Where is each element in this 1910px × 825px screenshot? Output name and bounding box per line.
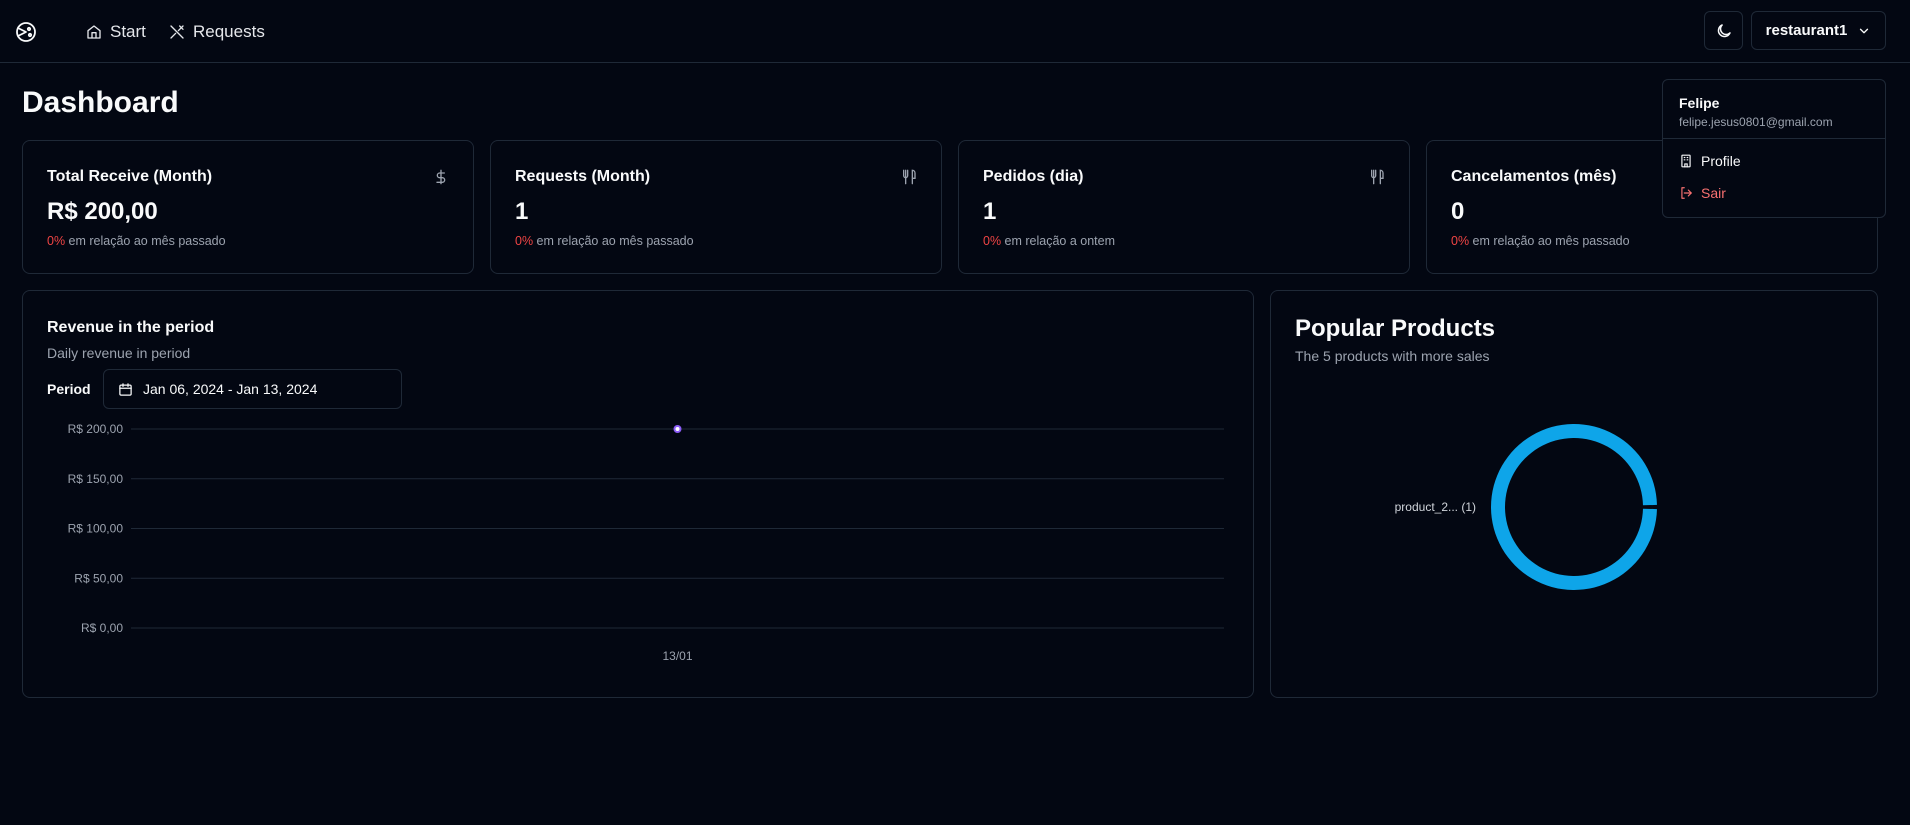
y-tick-label: R$ 0,00	[81, 621, 123, 635]
calendar-icon	[119, 382, 132, 396]
popular-subtitle: The 5 products with more sales	[1295, 348, 1490, 364]
logout-menu-item[interactable]: Sair	[1679, 182, 1726, 204]
stat-percent: 0%	[515, 234, 534, 248]
stat-subtext: 0% em relação ao mês passado	[47, 234, 226, 248]
stat-subtext: 0% em relação a ontem	[983, 234, 1115, 248]
stat-title: Requests (Month)	[515, 168, 651, 185]
dropdown-divider	[1663, 138, 1885, 139]
account-dropdown-menu: Felipe felipe.jesus0801@gmail.com Profil…	[1662, 79, 1886, 218]
date-range-value: Jan 06, 2024 - Jan 13, 2024	[143, 381, 318, 397]
popular-products-donut-chart: product_2... (1)	[1395, 424, 1657, 590]
moon-icon	[1717, 23, 1731, 37]
stat-title: Total Receive (Month)	[47, 168, 213, 185]
logout-label: Sair	[1701, 185, 1726, 201]
stat-card-requests-month: Requests (Month) 1 0% em relação ao mês …	[490, 140, 942, 274]
stat-value: R$ 200,00	[47, 198, 158, 225]
building-icon	[1681, 154, 1691, 168]
period-label: Period	[47, 381, 91, 397]
top-navbar: Start Requests restaurant1	[0, 0, 1910, 63]
y-tick-label: R$ 200,00	[68, 422, 124, 436]
stat-comparison: em relação ao mês passado	[1469, 234, 1630, 248]
stat-comparison: em relação ao mês passado	[533, 234, 694, 248]
nav-start-label: Start	[110, 22, 146, 41]
stat-card-pedidos-dia: Pedidos (dia) 1 0% em relação a ontem	[958, 140, 1410, 274]
stat-comparison: em relação ao mês passado	[65, 234, 226, 248]
stat-comparison: em relação a ontem	[1001, 234, 1116, 248]
stat-subtext: 0% em relação ao mês passado	[1451, 234, 1630, 248]
date-range-picker[interactable]: Jan 06, 2024 - Jan 13, 2024	[103, 369, 402, 409]
profile-menu-item[interactable]: Profile	[1679, 150, 1741, 172]
x-tick-label: 13/01	[662, 649, 692, 663]
popular-products-card: Popular Products The 5 products with mor…	[1270, 290, 1878, 698]
stat-title: Cancelamentos (mês)	[1451, 168, 1617, 185]
stat-subtext: 0% em relação ao mês passado	[515, 234, 694, 248]
revenue-line-chart: R$ 200,00 R$ 150,00 R$ 100,00 R$ 50,00 R$ 0,…	[68, 422, 1224, 663]
revenue-title: Revenue in the period	[47, 319, 215, 336]
y-tick-label: R$ 150,00	[68, 472, 124, 486]
stat-percent: 0%	[47, 234, 66, 248]
theme-toggle-button[interactable]	[1704, 11, 1743, 50]
stat-value: 1	[515, 198, 529, 225]
y-tick-label: R$ 50,00	[74, 571, 123, 585]
pie-slice-label: product_2... (1)	[1395, 500, 1476, 514]
pizza-logo-icon[interactable]	[14, 20, 38, 44]
nav-requests[interactable]: Requests	[169, 20, 265, 44]
restaurant-select-button[interactable]: restaurant1	[1751, 11, 1886, 50]
dollar-icon	[436, 169, 446, 185]
utensils-icon	[1371, 169, 1384, 185]
log-out-icon	[1681, 187, 1692, 199]
nav-start[interactable]: Start	[86, 20, 146, 44]
stat-value: 0	[1451, 198, 1465, 225]
y-tick-label: R$ 100,00	[68, 522, 124, 536]
stat-value: 1	[983, 198, 997, 225]
pie-slice[interactable]	[1491, 424, 1657, 590]
revenue-subtitle: Daily revenue in period	[47, 345, 191, 361]
home-icon	[87, 25, 101, 39]
restaurant-select-label: restaurant1	[1765, 22, 1848, 39]
stat-percent: 0%	[1451, 234, 1470, 248]
revenue-card: Revenue in the period Daily revenue in p…	[22, 290, 1254, 698]
account-name: Felipe	[1679, 95, 1720, 111]
nav-requests-label: Requests	[193, 22, 265, 41]
popular-title: Popular Products	[1295, 315, 1496, 342]
utensils-icon	[903, 169, 916, 185]
stat-percent: 0%	[983, 234, 1002, 248]
chevron-down-icon	[1860, 28, 1869, 33]
stat-card-total-receive: Total Receive (Month) R$ 200,00 0% em re…	[22, 140, 474, 274]
profile-label: Profile	[1701, 153, 1741, 169]
utensils-crossed-icon	[170, 25, 184, 39]
account-email: felipe.jesus0801@gmail.com	[1679, 115, 1833, 129]
stat-title: Pedidos (dia)	[983, 168, 1084, 185]
data-point[interactable]	[673, 425, 682, 433]
page-title: Dashboard	[22, 86, 179, 119]
